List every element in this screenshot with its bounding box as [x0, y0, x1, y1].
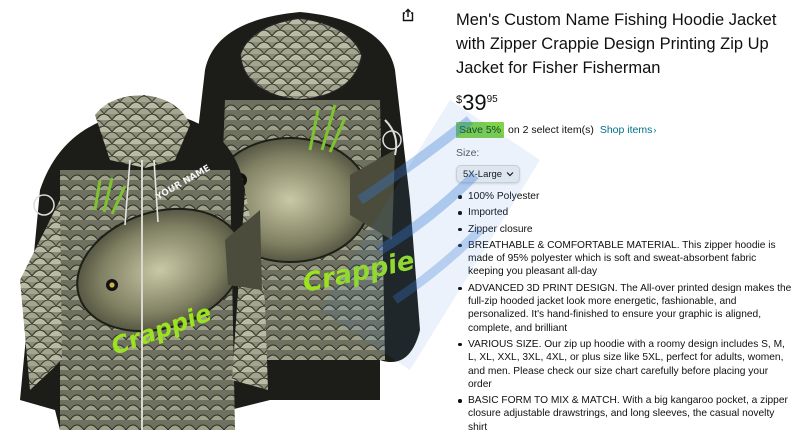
- size-selected-value: 5X-Large: [463, 168, 503, 180]
- save-badge: Save 5%: [456, 122, 505, 138]
- list-item: BREATHABLE & COMFORTABLE MATERIAL. This …: [456, 239, 792, 279]
- chevron-down-icon: [506, 172, 514, 177]
- product-photo[interactable]: Crappie YOUR NAME Crappie: [0, 0, 440, 440]
- price: $ 39 95: [456, 90, 792, 116]
- promo-text: on 2 select item(s): [508, 124, 594, 136]
- chevron-right-icon: ›: [653, 125, 657, 135]
- product-image-panel: Crappie YOUR NAME Crappie: [0, 0, 440, 440]
- list-item: ADVANCED 3D PRINT DESIGN. The All-over p…: [456, 282, 792, 335]
- feature-bullets: 100% Polyester Imported Zipper closure B…: [456, 190, 792, 434]
- shop-items-link[interactable]: Shop items›: [600, 124, 657, 136]
- price-fraction: 95: [486, 94, 498, 105]
- product-details: Men's Custom Name Fishing Hoodie Jacket …: [456, 8, 792, 437]
- list-item: VARIOUS SIZE. Our zip up hoodie with a r…: [456, 338, 792, 391]
- list-item: Zipper closure: [456, 223, 792, 236]
- share-icon: [402, 8, 414, 22]
- price-whole: 39: [462, 90, 487, 115]
- product-title: Men's Custom Name Fishing Hoodie Jacket …: [456, 11, 777, 77]
- list-item: Imported: [456, 206, 792, 219]
- size-label: Size:: [456, 147, 480, 159]
- size-dropdown[interactable]: 5X-Large: [456, 165, 521, 183]
- share-button[interactable]: [399, 6, 417, 24]
- list-item: BASIC FORM TO MIX & MATCH. With a big ka…: [456, 394, 792, 434]
- shop-items-label: Shop items: [599, 124, 653, 136]
- promo-row: Save 5% on 2 select item(s) Shop items›: [456, 122, 792, 138]
- list-item: 100% Polyester: [456, 190, 792, 203]
